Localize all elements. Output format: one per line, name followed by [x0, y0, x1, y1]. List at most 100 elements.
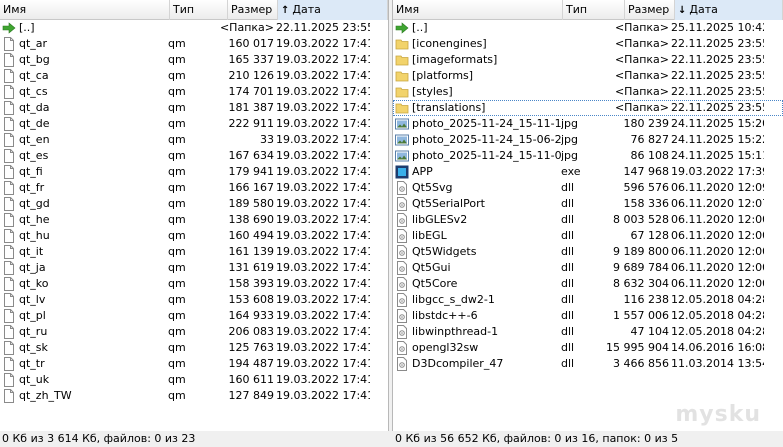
file-size: 147 968 — [623, 165, 670, 178]
file-row[interactable]: qt_ja qm 131 619 19.03.2022 17:41 — [0, 260, 388, 276]
column-header-size[interactable]: Размер — [625, 0, 675, 20]
file-row[interactable]: photo_2025-11-24_15-06-22 jpg 76 827 24.11.… — [393, 132, 783, 148]
file-row[interactable]: [..] <Папка> 22.11.2025 23:55 — [0, 20, 388, 36]
file-row[interactable]: qt_pl qm 164 933 19.03.2022 17:41 — [0, 308, 388, 324]
file-type: qm — [168, 373, 186, 386]
file-row[interactable]: qt_da qm 181 387 19.03.2022 17:41 — [0, 100, 388, 116]
file-row[interactable]: qt_lv qm 153 608 19.03.2022 17:41 — [0, 292, 388, 308]
file-row[interactable]: Qt5Widgets dll 9 189 800 06.11.2020 12:00 — [393, 244, 783, 260]
right-file-panel[interactable]: Имя Тип Размер ↓ Дата [..] <Папка> 25.11.20… — [393, 0, 783, 431]
file-row[interactable]: libgcc_s_dw2-1 dll 116 238 12.05.2018 04:28 — [393, 292, 783, 308]
file-row[interactable]: libstdc++-6 dll 1 557 006 12.05.2018 04:28 — [393, 308, 783, 324]
file-date: 19.03.2022 17:41 — [276, 133, 370, 146]
file-row[interactable]: APP exe 147 968 19.03.2022 17:39 — [393, 164, 783, 180]
file-icon — [2, 165, 16, 179]
file-row[interactable]: qt_zh_TW qm 127 849 19.03.2022 17:41 — [0, 388, 388, 404]
file-date: 19.03.2022 17:41 — [276, 181, 370, 194]
image-icon — [395, 117, 409, 131]
file-name: qt_sk — [19, 341, 48, 354]
file-row[interactable]: qt_es qm 167 634 19.03.2022 17:41 — [0, 148, 388, 164]
sort-descending-icon: ↓ — [678, 5, 687, 16]
column-header-type[interactable]: Тип — [563, 0, 625, 20]
file-row[interactable]: qt_ru qm 206 083 19.03.2022 17:41 — [0, 324, 388, 340]
file-name: qt_ar — [19, 37, 48, 50]
file-type — [561, 20, 597, 36]
file-type: qm — [168, 133, 186, 146]
file-size: 194 487 — [228, 357, 275, 370]
file-row[interactable]: Qt5Gui dll 9 689 784 06.11.2020 12:00 — [393, 260, 783, 276]
column-header-date[interactable]: ↓ Дата — [675, 0, 783, 20]
file-name: photo_2025-11-24_15-11-11 — [412, 117, 562, 130]
file-type — [561, 100, 597, 116]
file-name: qt_pl — [19, 309, 46, 322]
file-date: 22.11.2025 23:55 — [671, 69, 764, 82]
file-row[interactable]: photo_2025-11-24_15-11-01 jpg 86 108 24.11.… — [393, 148, 783, 164]
file-date: 19.03.2022 17:41 — [276, 69, 370, 82]
file-row[interactable]: [platforms] <Папка> 22.11.2025 23:55 — [393, 68, 783, 84]
file-name: Qt5SerialPort — [412, 197, 485, 210]
file-row[interactable]: Qt5Svg dll 596 576 06.11.2020 12:09 — [393, 180, 783, 196]
file-row[interactable]: qt_it qm 161 139 19.03.2022 17:41 — [0, 244, 388, 260]
file-name: [imageformats] — [412, 53, 498, 66]
left-file-panel[interactable]: Имя Тип Размер ↑ Дата [..] <Папка> 22.11.20… — [0, 0, 388, 431]
file-row[interactable]: qt_gd qm 189 580 19.03.2022 17:41 — [0, 196, 388, 212]
column-header-date-label: Дата — [689, 3, 718, 16]
file-size: 181 387 — [228, 101, 275, 114]
file-row[interactable]: qt_fi qm 179 941 19.03.2022 17:41 — [0, 164, 388, 180]
column-header-bar: Имя Тип Размер ↓ Дата — [393, 0, 783, 20]
file-type: qm — [168, 37, 186, 50]
file-type: qm — [168, 293, 186, 306]
file-date: 06.11.2020 12:00 — [671, 245, 764, 258]
file-size: 47 104 — [630, 325, 670, 338]
file-row[interactable]: photo_2025-11-24_15-11-11 jpg 180 239 24.11… — [393, 116, 783, 132]
file-row[interactable]: Qt5SerialPort dll 158 336 06.11.2020 12:07 — [393, 196, 783, 212]
file-name: qt_es — [19, 149, 49, 162]
file-row[interactable]: qt_sk qm 125 763 19.03.2022 17:41 — [0, 340, 388, 356]
file-type: qm — [168, 357, 186, 370]
file-row[interactable]: [translations] <Папка> 22.11.2025 23:55 — [393, 100, 783, 116]
file-row[interactable]: [..] <Папка> 25.11.2025 10:42 — [393, 20, 783, 36]
file-row[interactable]: qt_tr qm 194 487 19.03.2022 17:41 — [0, 356, 388, 372]
file-row[interactable]: qt_cs qm 174 701 19.03.2022 17:41 — [0, 84, 388, 100]
file-size: 160 017 — [228, 37, 275, 50]
file-row[interactable]: qt_hu qm 160 494 19.03.2022 17:41 — [0, 228, 388, 244]
file-type: dll — [561, 213, 575, 226]
file-row[interactable]: qt_en qm 33 19.03.2022 17:41 — [0, 132, 388, 148]
file-icon — [2, 37, 16, 51]
column-header-type[interactable]: Тип — [170, 0, 228, 20]
file-type: qm — [168, 165, 186, 178]
file-row[interactable]: [iconengines] <Папка> 22.11.2025 23:55 — [393, 36, 783, 52]
file-type: dll — [561, 309, 575, 322]
file-row[interactable]: D3Dcompiler_47 dll 3 466 856 11.03.2014 13:… — [393, 356, 783, 372]
file-date: 19.03.2022 17:41 — [276, 389, 370, 402]
file-row[interactable]: qt_ar qm 160 017 19.03.2022 17:41 — [0, 36, 388, 52]
dll-icon — [395, 293, 409, 307]
file-size: 67 128 — [630, 229, 670, 242]
file-row[interactable]: opengl32sw dll 15 995 904 14.06.2016 16:08 — [393, 340, 783, 356]
file-row[interactable]: qt_ko qm 158 393 19.03.2022 17:41 — [0, 276, 388, 292]
file-row[interactable]: qt_de qm 222 911 19.03.2022 17:41 — [0, 116, 388, 132]
column-header-date[interactable]: ↑ Дата — [278, 0, 388, 20]
file-row[interactable]: qt_he qm 138 690 19.03.2022 17:41 — [0, 212, 388, 228]
file-row[interactable]: [imageformats] <Папка> 22.11.2025 23:55 — [393, 52, 783, 68]
column-header-size[interactable]: Размер — [228, 0, 278, 20]
file-icon — [2, 53, 16, 67]
file-list: [..] <Папка> 22.11.2025 23:55 qt_ar qm 160 01… — [0, 20, 388, 404]
file-row[interactable]: libEGL dll 67 128 06.11.2020 12:00 — [393, 228, 783, 244]
file-row[interactable]: qt_uk qm 160 611 19.03.2022 17:41 — [0, 372, 388, 388]
file-icon — [2, 373, 16, 387]
column-header-name[interactable]: Имя — [0, 0, 170, 20]
file-row[interactable]: libwinpthread-1 dll 47 104 12.05.2018 04:28 — [393, 324, 783, 340]
column-header-name[interactable]: Имя — [393, 0, 563, 20]
file-icon — [2, 341, 16, 355]
file-row[interactable]: Qt5Core dll 8 632 304 06.11.2020 12:00 — [393, 276, 783, 292]
dll-icon — [395, 357, 409, 371]
file-row[interactable]: libGLESv2 dll 8 003 528 06.11.2020 12:00 — [393, 212, 783, 228]
file-row[interactable]: qt_fr qm 166 167 19.03.2022 17:41 — [0, 180, 388, 196]
file-type: qm — [168, 85, 186, 98]
file-row[interactable]: qt_bg qm 165 337 19.03.2022 17:41 — [0, 52, 388, 68]
file-icon — [2, 245, 16, 259]
file-row[interactable]: [styles] <Папка> 22.11.2025 23:55 — [393, 84, 783, 100]
file-row[interactable]: qt_ca qm 210 126 19.03.2022 17:41 — [0, 68, 388, 84]
file-type: qm — [168, 325, 186, 338]
